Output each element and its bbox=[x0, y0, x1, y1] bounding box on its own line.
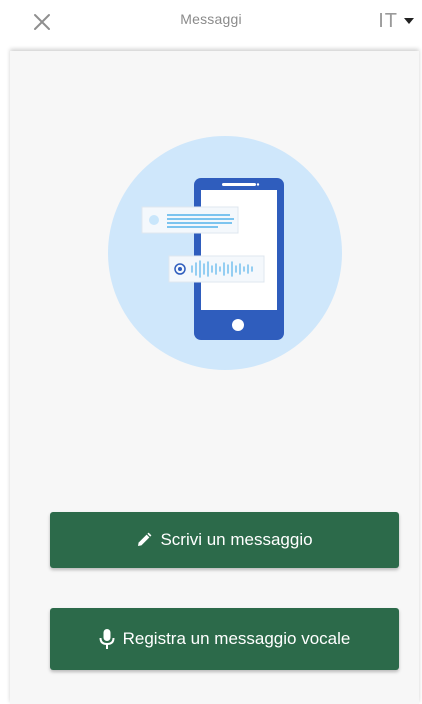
microphone-icon bbox=[99, 628, 115, 650]
phone-messages-illustration bbox=[108, 136, 342, 370]
language-label: IT bbox=[378, 9, 398, 32]
record-voice-message-button[interactable]: Registra un messaggio vocale bbox=[50, 608, 399, 670]
write-message-label: Scrivi un messaggio bbox=[160, 530, 313, 549]
page-title: Messaggi bbox=[180, 11, 242, 27]
pencil-icon bbox=[136, 532, 152, 548]
record-voice-message-label: Registra un messaggio vocale bbox=[122, 629, 351, 648]
caret-down-icon bbox=[404, 18, 414, 24]
top-bar: Messaggi IT bbox=[0, 0, 422, 48]
language-selector[interactable]: IT bbox=[378, 6, 414, 36]
write-message-button[interactable]: Scrivi un messaggio bbox=[50, 512, 399, 568]
